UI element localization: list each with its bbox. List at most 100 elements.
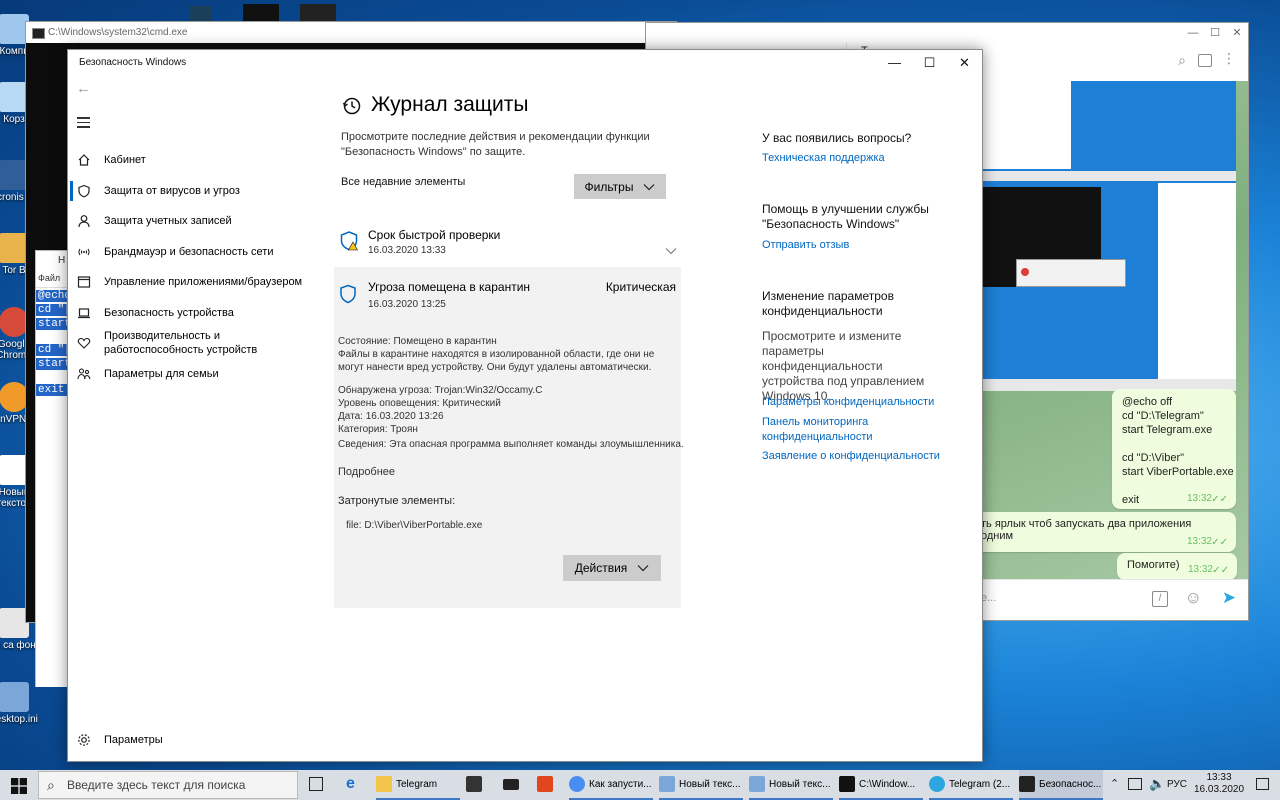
affected-file: file: D:\Viber\ViberPortable.exe	[346, 520, 483, 531]
nav-item-home[interactable]: Кабинет	[76, 152, 146, 168]
back-arrow-icon[interactable]: ←	[76, 80, 91, 97]
show-hidden-icons-icon[interactable]: ⌃	[1110, 777, 1119, 790]
desktop-icon-desktop-ini[interactable]: desktop.ini	[0, 682, 48, 725]
nav-item-settings[interactable]: Параметры	[76, 732, 163, 748]
family-icon	[76, 366, 92, 382]
emoji-icon[interactable]: ☺	[1185, 588, 1202, 608]
item-state: Состояние: Помещено в карантин	[338, 336, 497, 347]
privacy-statement-link[interactable]: Заявление о конфиденциальности	[762, 449, 940, 464]
taskbar-search-input[interactable]: ⌕ Введите здесь текст для поиска	[38, 771, 298, 799]
tech-support-link[interactable]: Техническая поддержка	[762, 151, 885, 166]
send-icon[interactable]: ➤	[1222, 588, 1236, 608]
chat-screenshot-image[interactable]	[981, 81, 1236, 391]
cmd-titlebar[interactable]: C:\Windows\system32\cmd.exe	[26, 22, 676, 43]
screenshot-taskbar	[981, 171, 1236, 181]
nav-item-account-protection[interactable]: Защита учетных записей	[76, 213, 232, 229]
shield-warning-icon	[338, 230, 360, 257]
laptop-icon	[76, 305, 92, 321]
message-text: @echo off cd "D:\Telegram" start Telegra…	[1122, 396, 1234, 506]
chrome-icon	[569, 776, 585, 793]
minimize-button[interactable]: —	[1182, 23, 1204, 43]
nav-item-label: Параметры для семьи	[104, 368, 219, 380]
history-item-quarantine[interactable]: Угроза помещена в карантин Критическая 1…	[334, 267, 684, 608]
windows-security-window[interactable]: Безопасность Windows — ☐ ✕ ← Кабинет Защ…	[67, 49, 983, 762]
desktop-icon-top-3[interactable]	[300, 4, 336, 21]
close-button[interactable]: ✕	[947, 50, 982, 76]
task-view-icon[interactable]	[309, 777, 323, 791]
nav-item-family-options[interactable]: Параметры для семьи	[76, 366, 219, 382]
nav-item-virus-protection[interactable]: Защита от вирусов и угроз	[76, 183, 240, 199]
sidebar-toggle-icon[interactable]	[1198, 54, 1212, 67]
history-item-quick-scan[interactable]: Срок быстрой проверки 16.03.2020 13:33	[334, 222, 681, 266]
filters-button[interactable]: Фильтры	[574, 174, 666, 199]
nav-item-label: Управление приложениями/браузером	[104, 276, 303, 288]
nav-item-firewall[interactable]: Брандмауэр и безопасность сети	[76, 244, 274, 260]
severity-label: Критическая	[605, 280, 676, 294]
actions-button[interactable]: Действия	[563, 555, 661, 581]
more-menu-icon[interactable]: ⋮	[1222, 50, 1236, 67]
taskbar-item-telegram-folder[interactable]: Telegram	[376, 770, 460, 800]
taskbar: ⌕ Введите здесь текст для поиска e Teleg…	[0, 770, 1280, 800]
questions-title: У вас появились вопросы?	[762, 131, 912, 145]
maximize-button[interactable]: ☐	[1204, 23, 1226, 43]
taskbar-item-telegram[interactable]: Telegram (2...	[929, 770, 1013, 800]
shield-icon	[338, 284, 358, 309]
commands-icon[interactable]: /	[1152, 591, 1168, 607]
mail-icon	[503, 778, 519, 790]
clock[interactable]: 13:33 16.03.2020	[1194, 772, 1244, 796]
send-feedback-link[interactable]: Отправить отзыв	[762, 238, 849, 253]
privacy-title: Изменение параметров конфиденциальности	[762, 289, 894, 318]
network-icon[interactable]	[1128, 778, 1142, 790]
privacy-settings-link[interactable]: Параметры конфиденциальности	[762, 395, 934, 410]
screenshot-security-panel	[1158, 183, 1236, 379]
taskbar-item-mail[interactable]	[503, 770, 527, 800]
filters-label: Фильтры	[584, 179, 634, 194]
message-input[interactable]: е...	[981, 592, 996, 604]
taskbar-item-office[interactable]	[537, 770, 561, 800]
search-icon[interactable]: ⌕	[1178, 52, 1186, 69]
taskbar-item-notepad-1[interactable]: Новый текс...	[659, 770, 743, 800]
desktop-icon-top-1[interactable]	[190, 6, 212, 22]
message-time: 13:32	[1186, 536, 1212, 547]
notifications-icon[interactable]	[1256, 778, 1269, 790]
shield-icon	[76, 183, 92, 199]
close-button[interactable]: ✕	[1226, 23, 1248, 43]
item-title: Угроза помещена в карантин	[368, 280, 531, 294]
more-link[interactable]: Подробнее	[338, 466, 395, 479]
edge-icon[interactable]: e	[346, 775, 355, 793]
alert-level: Уровень оповещения: Критический	[338, 398, 501, 409]
minimize-button[interactable]: —	[877, 50, 912, 76]
hamburger-menu-icon[interactable]	[77, 117, 90, 128]
nav-item-label: Защита учетных записей	[104, 215, 232, 227]
cmd-icon	[839, 776, 855, 793]
chevron-down-icon	[643, 180, 655, 194]
taskbar-item-chrome[interactable]: Как запусти...	[569, 770, 653, 800]
privacy-dashboard-link[interactable]: Панель мониторинга конфиденциальности	[762, 415, 902, 445]
language-indicator[interactable]: РУС	[1167, 779, 1187, 790]
nav-item-device-security[interactable]: Безопасность устройства	[76, 305, 234, 321]
improve-title: Помощь в улучшении службы "Безопасность …	[762, 202, 929, 231]
search-icon: ⌕	[47, 777, 55, 793]
desktop-icon-top-2[interactable]	[243, 4, 279, 21]
taskbar-item-notepad-2[interactable]: Новый текс...	[749, 770, 833, 800]
taskbar-item-security[interactable]: Безопаснос...	[1019, 770, 1103, 800]
volume-icon[interactable]: 🔈	[1149, 776, 1165, 792]
chevron-down-icon	[637, 561, 649, 575]
chat-message[interactable]: Помогите) 13:32 ✓✓	[1117, 553, 1237, 580]
message-time: 13:32	[1186, 493, 1212, 504]
nav-item-app-browser-control[interactable]: Управление приложениями/браузером	[76, 274, 302, 290]
taskbar-item-store[interactable]	[466, 770, 490, 800]
nav-item-device-performance[interactable]: Производительность и работоспособность у…	[76, 329, 274, 357]
chat-message[interactable]: @echo off cd "D:\Telegram" start Telegra…	[1112, 389, 1236, 509]
page-title: Журнал защиты	[371, 93, 529, 116]
clock-date: 16.03.2020	[1194, 784, 1245, 795]
item-title: Срок быстрой проверки	[368, 228, 501, 242]
expand-chevron-icon[interactable]	[665, 242, 677, 260]
taskbar-item-cmd[interactable]: C:\Window...	[839, 770, 923, 800]
maximize-button[interactable]: ☐	[912, 50, 947, 76]
history-icon	[342, 96, 362, 121]
threat-name: Обнаружена угроза: Trojan:Win32/Occamy.C	[338, 385, 543, 396]
windows-start-icon[interactable]	[11, 778, 27, 799]
detection-date: Дата: 16.03.2020 13:26	[338, 411, 444, 422]
chat-message[interactable]: ть ярлык чтоб запускать два приложения о…	[981, 512, 1236, 552]
